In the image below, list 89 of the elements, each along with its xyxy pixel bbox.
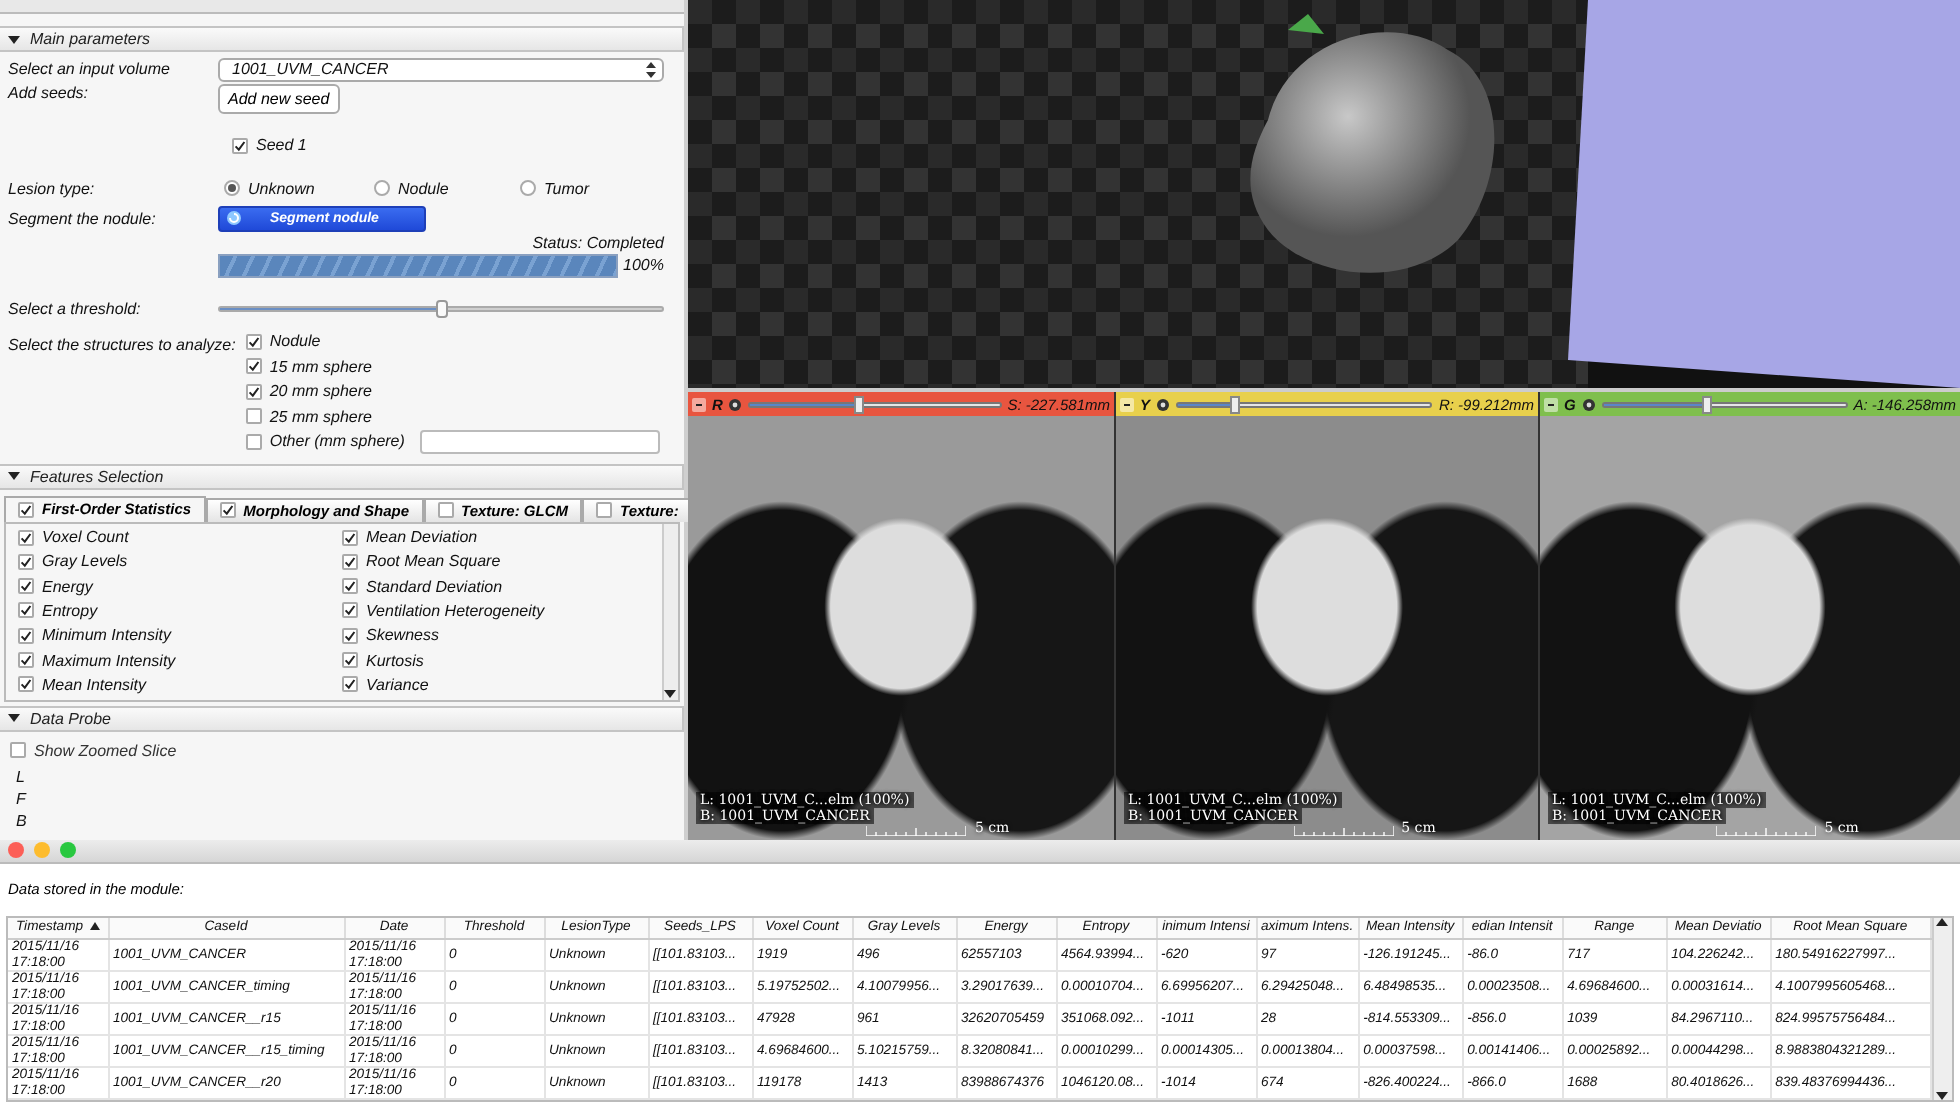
refresh-icon — [226, 210, 242, 226]
radio-label: Unknown — [248, 179, 315, 197]
scroll-down-arrow-icon[interactable] — [664, 689, 676, 699]
scroll-up-arrow-icon[interactable] — [1936, 917, 1949, 925]
field-label: Lesion type: — [8, 179, 97, 197]
checkbox[interactable] — [10, 742, 26, 758]
checkbox[interactable] — [18, 676, 34, 693]
checkbox[interactable] — [342, 553, 358, 570]
checkbox-label: Maximum Intensity — [42, 651, 176, 670]
slider-thumb[interactable] — [1701, 395, 1712, 413]
checkbox-label: Entropy — [42, 601, 98, 620]
checkbox-label: Kurtosis — [366, 651, 424, 670]
slider-thumb[interactable] — [1229, 395, 1240, 413]
progress-percentage: 100% — [623, 256, 664, 274]
field-label: Select a threshold: — [8, 299, 143, 317]
radio-label: Nodule — [398, 179, 449, 197]
probe-label: B — [14, 809, 29, 831]
checkbox[interactable] — [437, 502, 454, 518]
checkbox-label: Standard Deviation — [366, 577, 503, 596]
checkbox[interactable] — [18, 652, 34, 669]
radio-button[interactable] — [520, 180, 536, 196]
ruler-icon — [866, 825, 967, 835]
checkbox[interactable] — [18, 578, 34, 595]
section-header[interactable]: Data Probe — [0, 705, 684, 731]
checkbox[interactable] — [245, 383, 262, 400]
checkbox[interactable] — [342, 578, 358, 595]
checkbox[interactable] — [342, 602, 358, 619]
checkbox-label: Voxel Count — [42, 528, 129, 547]
ruler-icon — [1716, 825, 1817, 835]
checkbox[interactable] — [18, 529, 34, 546]
checkbox-label: Root Mean Square — [366, 552, 501, 571]
field-label: Add seeds: — [8, 84, 91, 102]
checkbox[interactable] — [342, 627, 358, 644]
checkbox[interactable] — [18, 602, 34, 619]
probe-label: L — [14, 765, 27, 787]
add-seed-button[interactable]: Add new seed — [218, 84, 340, 114]
checkbox[interactable] — [232, 137, 248, 153]
checkbox-label: Gray Levels — [42, 552, 128, 571]
scroll-down-arrow-icon[interactable] — [1936, 1092, 1949, 1100]
field-label: Segment the nodule: — [8, 209, 158, 227]
up-down-arrows-icon — [646, 61, 656, 77]
section-header[interactable]: Main parameters — [0, 26, 684, 52]
checkbox-label: Seed 1 — [256, 136, 307, 154]
checkbox[interactable] — [18, 627, 34, 644]
checkbox-label: Other (mm sphere) — [269, 432, 405, 451]
field-label: Select an input volume — [8, 60, 172, 78]
sort-arrow-icon — [89, 922, 100, 931]
slider-thumb[interactable] — [435, 299, 447, 317]
probe-label: F — [14, 787, 29, 809]
checkbox[interactable] — [18, 553, 34, 570]
checkbox-label: Mean Intensity — [42, 675, 147, 694]
checkbox[interactable] — [245, 433, 262, 450]
expand-triangle-icon — [8, 712, 20, 724]
checkbox-label: Skewness — [366, 626, 439, 645]
expand-triangle-icon — [8, 470, 20, 482]
checkbox-label: Energy — [42, 577, 93, 596]
checkbox-label: 15 mm sphere — [269, 357, 372, 376]
checkbox-label: Show Zoomed Slice — [34, 741, 177, 759]
checkbox[interactable] — [342, 676, 358, 693]
checkbox[interactable] — [245, 358, 262, 375]
checkbox[interactable] — [245, 408, 262, 425]
checkbox-label: 25 mm sphere — [269, 407, 372, 426]
radio-label: Tumor — [544, 179, 590, 197]
checkbox[interactable] — [342, 652, 358, 669]
expand-triangle-icon — [8, 33, 20, 45]
size-input-field[interactable] — [420, 429, 661, 454]
scrollbar[interactable] — [1931, 917, 1952, 1100]
scrollbar[interactable] — [662, 523, 678, 699]
checkbox[interactable] — [596, 502, 613, 518]
section-header[interactable]: Features Selection — [0, 463, 684, 489]
checkbox-label: Minimum Intensity — [42, 626, 171, 645]
checkbox[interactable] — [245, 333, 262, 350]
volume-dropdown[interactable]: 1001_UVM_CANCER — [218, 57, 664, 81]
checkbox-label: Variance — [366, 675, 429, 694]
field-label: Select the structures to analyze: — [8, 336, 236, 358]
checkbox-label: Mean Deviation — [366, 528, 478, 547]
checkbox[interactable] — [219, 502, 236, 518]
checkbox[interactable] — [342, 529, 358, 546]
status-text: Status: Completed — [532, 234, 664, 252]
3d-view[interactable] — [688, 0, 1960, 388]
slider-thumb[interactable] — [853, 395, 864, 413]
close-button[interactable] — [8, 842, 24, 858]
checkbox[interactable] — [18, 501, 34, 517]
checkbox-label: Ventilation Heterogeneity — [366, 601, 545, 620]
ruler-icon — [1293, 825, 1394, 835]
checkbox-label: Nodule — [269, 332, 321, 351]
checkbox-label: 20 mm sphere — [269, 382, 372, 401]
radio-button[interactable] — [224, 180, 240, 196]
radio-button[interactable] — [374, 180, 390, 196]
